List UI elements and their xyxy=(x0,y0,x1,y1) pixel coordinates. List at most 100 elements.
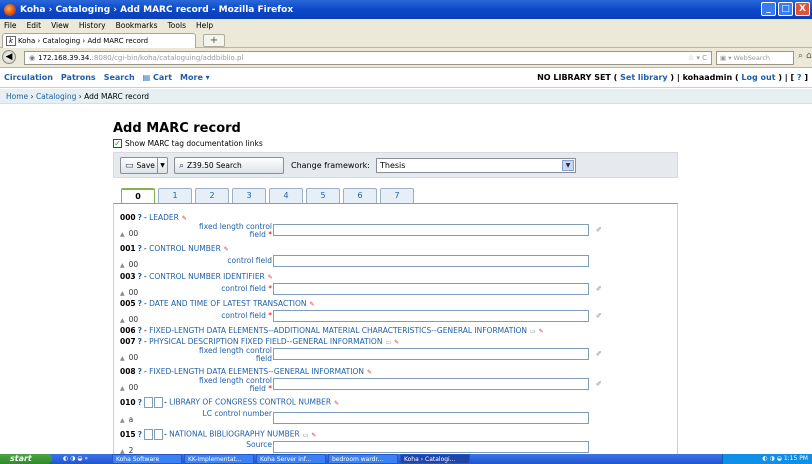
collapse-icon[interactable]: ▲ xyxy=(120,355,125,362)
flag-icon[interactable]: ✎ xyxy=(310,301,315,308)
indicator-2-input[interactable] xyxy=(154,397,164,408)
tray-icons[interactable]: ◐ ◑ ◒ xyxy=(762,455,783,462)
nav-more[interactable]: More ▾ xyxy=(180,73,210,82)
flag-icon[interactable]: ✎ xyxy=(394,339,399,346)
tag-name[interactable]: CONTROL NUMBER xyxy=(149,244,221,253)
tag-name[interactable]: DATE AND TIME OF LATEST TRANSACTION xyxy=(149,299,306,308)
z3950-search-button[interactable]: ⌕ Z39.50 Search xyxy=(174,157,284,174)
tag-name[interactable]: LIBRARY OF CONGRESS CONTROL NUMBER xyxy=(169,398,331,407)
url-controls[interactable]: ☆ ▾ C xyxy=(688,52,707,64)
subfield-input[interactable] xyxy=(273,310,589,322)
edit-icon[interactable]: ✐ xyxy=(596,226,602,234)
tag-name[interactable]: LEADER xyxy=(149,213,179,222)
duplicate-icon[interactable]: ▭ xyxy=(385,339,391,346)
edit-icon[interactable]: ✐ xyxy=(596,312,602,320)
menu-edit[interactable]: Edit xyxy=(27,21,42,30)
edit-icon[interactable]: ✐ xyxy=(596,350,602,358)
collapse-icon[interactable]: ▲ xyxy=(120,231,125,238)
collapse-icon[interactable]: ▲ xyxy=(120,417,125,424)
help-link[interactable]: ? xyxy=(138,244,142,253)
flag-icon[interactable]: ✎ xyxy=(539,328,544,335)
duplicate-icon[interactable]: ▭ xyxy=(303,432,309,439)
tab-5[interactable]: 5 xyxy=(306,188,340,203)
nav-patrons[interactable]: Patrons xyxy=(61,73,96,82)
tab-4[interactable]: 4 xyxy=(269,188,303,203)
help-link[interactable]: ? xyxy=(138,299,142,308)
tag-name[interactable]: PHYSICAL DESCRIPTION FIXED FIELD--GENERA… xyxy=(149,337,382,346)
menu-file[interactable]: File xyxy=(4,21,17,30)
edit-icon[interactable]: ✐ xyxy=(596,285,602,293)
tab-0[interactable]: 0 xyxy=(121,188,155,203)
menu-bookmarks[interactable]: Bookmarks xyxy=(116,21,158,30)
subfield-input[interactable] xyxy=(273,348,589,360)
subfield-input[interactable] xyxy=(273,378,589,390)
help-link[interactable]: ? xyxy=(138,430,142,439)
menu-history[interactable]: History xyxy=(79,21,106,30)
tab-2[interactable]: 2 xyxy=(195,188,229,203)
set-library-link[interactable]: Set library xyxy=(620,73,668,82)
tag-name[interactable]: NATIONAL BIBLIOGRAPHY NUMBER xyxy=(169,430,300,439)
indicator-1-input[interactable] xyxy=(144,397,154,408)
start-button[interactable]: start xyxy=(0,454,52,464)
help-link[interactable]: ? xyxy=(138,213,142,222)
menu-view[interactable]: View xyxy=(51,21,69,30)
quick-launch-icons[interactable]: ◐ ◑ ◒ » xyxy=(60,454,110,464)
tab-7[interactable]: 7 xyxy=(380,188,414,203)
breadcrumb-cataloging[interactable]: Cataloging xyxy=(36,92,76,101)
back-button[interactable]: ◀ xyxy=(2,50,16,64)
collapse-icon[interactable]: ▲ xyxy=(120,262,125,269)
web-search-box[interactable]: ▣ ▾ WebSearch xyxy=(716,51,794,65)
flag-icon[interactable]: ✎ xyxy=(224,246,229,253)
framework-select[interactable]: Thesis ▼ xyxy=(376,158,576,173)
flag-icon[interactable]: ✎ xyxy=(311,432,316,439)
menu-tools[interactable]: Tools xyxy=(168,21,186,30)
nav-circulation[interactable]: Circulation xyxy=(4,73,53,82)
duplicate-icon[interactable]: ▭ xyxy=(530,328,536,335)
tab-6[interactable]: 6 xyxy=(343,188,377,203)
nav-search[interactable]: Search xyxy=(104,73,135,82)
indicator-2-input[interactable] xyxy=(154,429,164,440)
taskbar-item-kk-implementation[interactable]: KK-Implementat... xyxy=(184,454,254,464)
help-link[interactable]: ? xyxy=(138,337,142,346)
close-window-button[interactable]: X xyxy=(795,2,810,16)
flag-icon[interactable]: ✎ xyxy=(182,215,187,222)
url-bar[interactable]: ◉ 172.168.39.34.:8080/cgi-bin/koha/catalo… xyxy=(24,51,712,65)
show-docs-checkbox[interactable]: ✓ xyxy=(113,139,122,148)
subfield-input[interactable] xyxy=(273,441,589,453)
edit-icon[interactable]: ✐ xyxy=(596,380,602,388)
collapse-icon[interactable]: ▲ xyxy=(120,290,125,297)
collapse-icon[interactable]: ▲ xyxy=(120,385,125,392)
home-icon[interactable]: ⌂ xyxy=(806,51,812,61)
flag-icon[interactable]: ✎ xyxy=(367,369,372,376)
help-link[interactable]: ? xyxy=(138,326,142,335)
taskbar-item-bedroom[interactable]: bedroom wardr... xyxy=(328,454,398,464)
logout-link[interactable]: Log out xyxy=(741,73,775,82)
collapse-icon[interactable]: ▲ xyxy=(120,317,125,324)
flag-icon[interactable]: ✎ xyxy=(334,400,339,407)
subfield-input[interactable] xyxy=(273,412,589,424)
help-link[interactable]: ? xyxy=(138,272,142,281)
taskbar-item-koha-cataloging[interactable]: Koha › Catalogi... xyxy=(400,454,470,464)
tag-name[interactable]: CONTROL NUMBER IDENTIFIER xyxy=(149,272,265,281)
help-link[interactable]: ? xyxy=(138,398,142,407)
maximize-button[interactable]: □ xyxy=(778,2,793,16)
breadcrumb-home[interactable]: Home xyxy=(6,92,28,101)
subfield-input[interactable] xyxy=(273,283,589,295)
flag-icon[interactable]: ✎ xyxy=(268,274,273,281)
subfield-input[interactable] xyxy=(273,255,589,267)
taskbar-item-koha-software[interactable]: Koha Software xyxy=(112,454,182,464)
subfield-input[interactable] xyxy=(273,224,589,236)
save-dropdown-icon[interactable]: ▼ xyxy=(157,158,167,173)
search-go-icon[interactable]: ⌕ xyxy=(798,51,803,61)
save-button[interactable]: ▭ Save ▼ xyxy=(120,157,168,174)
new-tab-button[interactable]: + xyxy=(203,34,225,47)
tab-1[interactable]: 1 xyxy=(158,188,192,203)
tag-name[interactable]: FIXED-LENGTH DATA ELEMENTS--ADDITIONAL M… xyxy=(149,326,527,335)
tag-name[interactable]: FIXED-LENGTH DATA ELEMENTS--GENERAL INFO… xyxy=(149,367,364,376)
indicator-1-input[interactable] xyxy=(144,429,154,440)
nav-cart[interactable]: ▤ Cart xyxy=(143,73,172,82)
menu-help[interactable]: Help xyxy=(196,21,213,30)
browser-tab[interactable]: k Koha › Cataloging › Add MARC record xyxy=(2,33,196,48)
minimize-button[interactable]: _ xyxy=(761,2,776,16)
taskbar-item-koha-server[interactable]: Koha Server inf... xyxy=(256,454,326,464)
